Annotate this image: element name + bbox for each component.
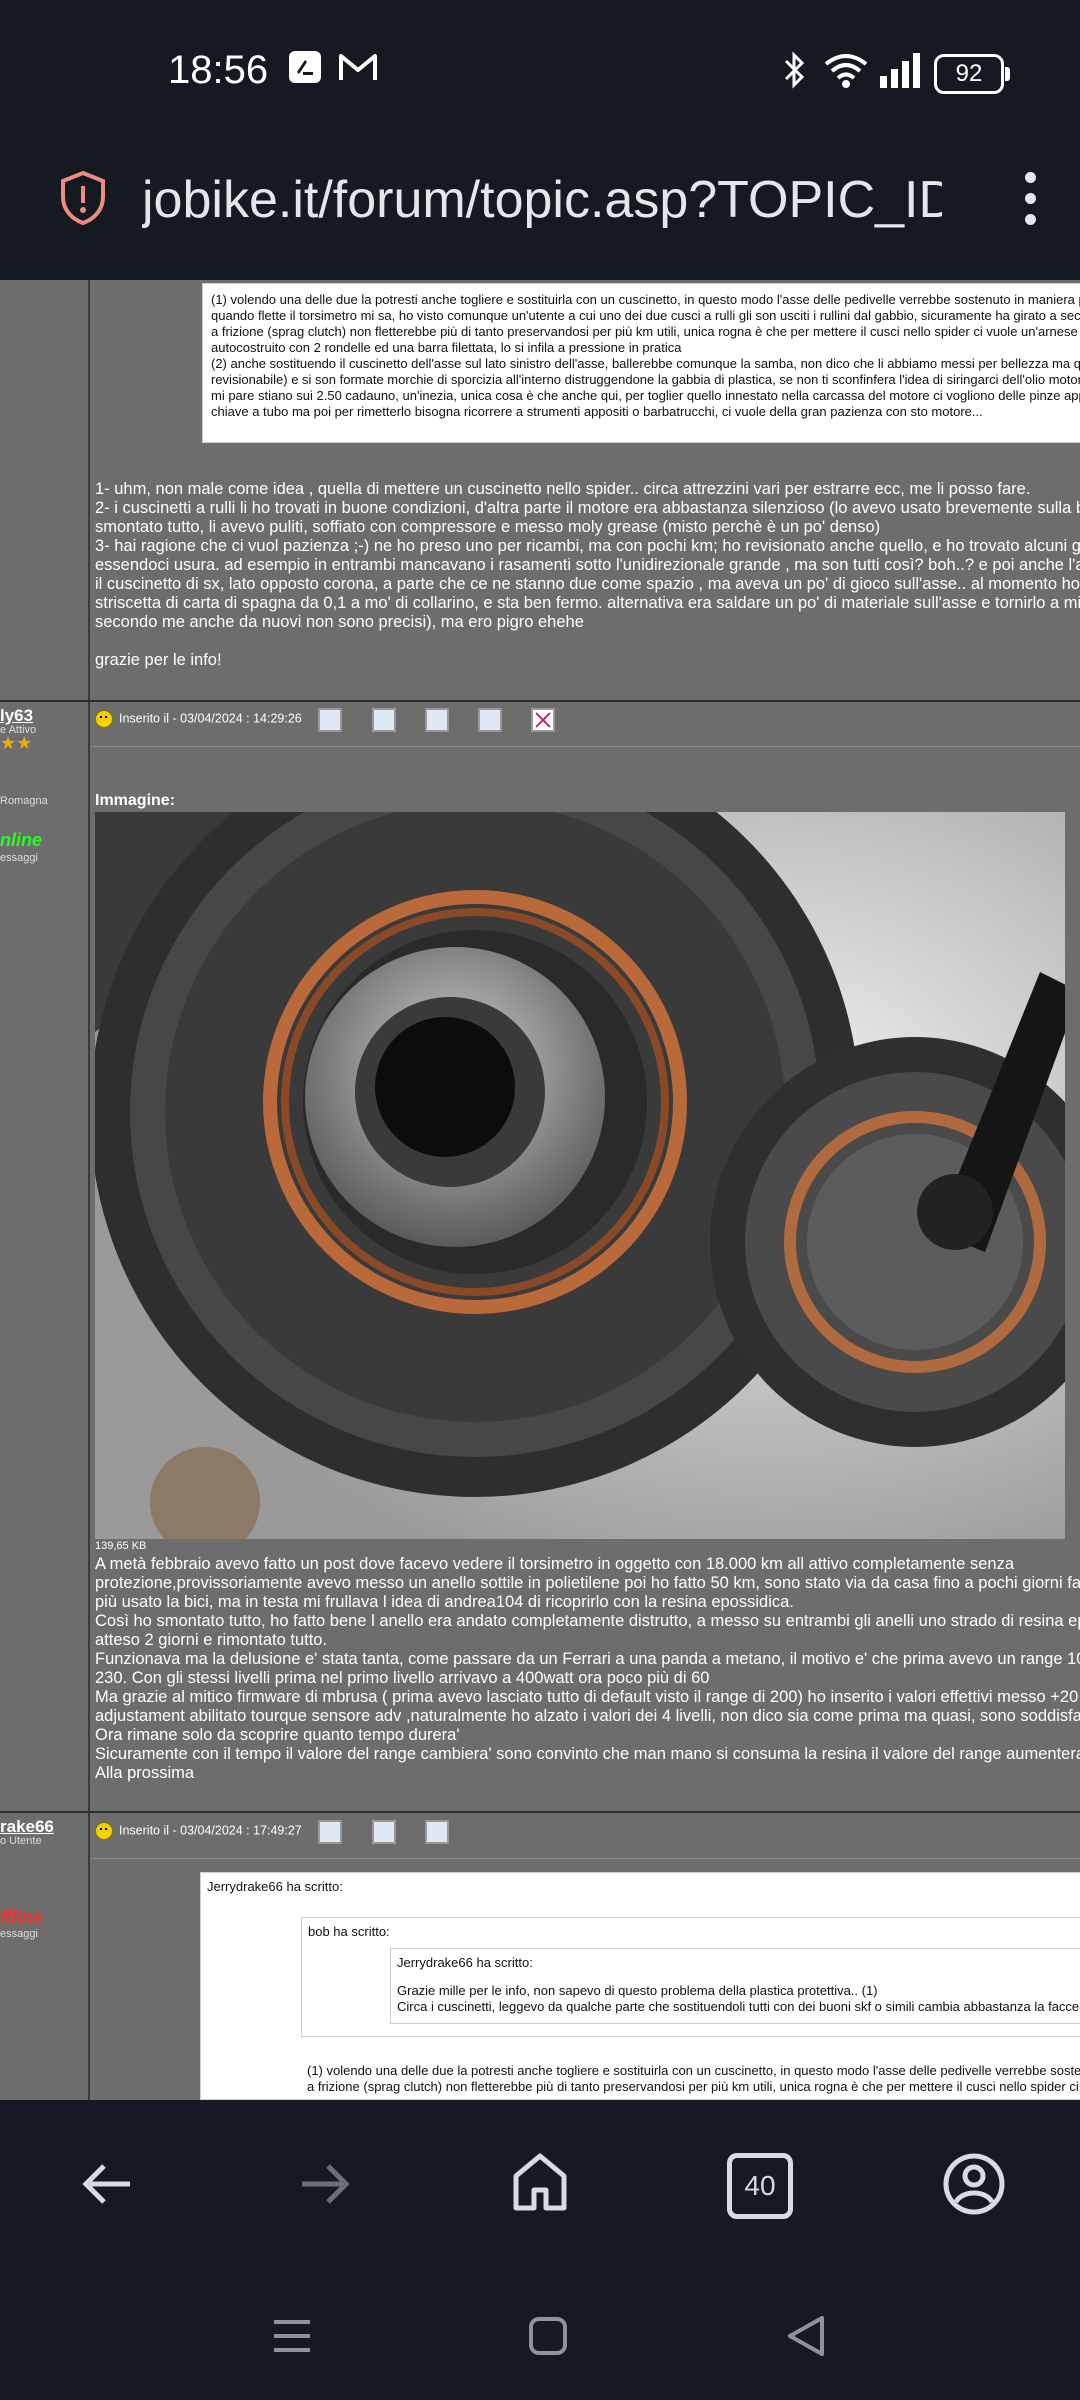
edit-icon[interactable] [425, 1820, 449, 1844]
text-line: 2- i cuscinetti a rulli li ho trovati in… [95, 499, 1080, 517]
text-line: smontato tutto, li avevo puliti, soffiat… [95, 518, 881, 536]
text-line: secondo me anche da nuovi non sono preci… [95, 613, 584, 631]
quote-text: Grazie mille per le info, non sapevo di … [397, 1983, 1080, 2015]
quote-author: bob ha scritto: [308, 1924, 390, 1939]
delete-icon[interactable] [531, 708, 555, 732]
text-line: (2) anche sostituendo il cuscinetto dell… [211, 356, 1080, 371]
home-circle-icon[interactable] [528, 2316, 568, 2361]
text-line: 1- uhm, non male come idea , quella di m… [95, 480, 1031, 498]
tabs-icon[interactable]: 40 [727, 2153, 793, 2219]
forum-page: (1) volendo una delle due la potresti an… [0, 280, 1080, 2100]
meta-divider [90, 746, 1080, 747]
online-status: nline [0, 830, 43, 850]
text-line: Sicuramente con il tempo il valore del r… [95, 1745, 1080, 1763]
text-line: chiave a tubo ma poi per rimetterlo biso… [211, 404, 983, 419]
text-line: a frizione (sprag clutch) non fletterebb… [307, 2079, 1079, 2094]
text-line: Funzionava ma la delusione e' stata tant… [95, 1650, 1080, 1668]
text-line: (1) volendo una delle due la potresti an… [211, 292, 1080, 307]
text-line: revisionabile) e si son formate morchie … [211, 372, 1080, 387]
home-icon[interactable] [512, 2152, 568, 2217]
text-line: mi pare stiano sui 2.50 cadauno, un'inez… [211, 388, 1080, 403]
reply-quote-icon[interactable] [425, 708, 449, 732]
rank-stars-icon: ★★ [0, 733, 33, 753]
status-time: 18:56 [168, 48, 269, 92]
author-name[interactable]: rake66 [0, 1817, 54, 1837]
post-body: 1- uhm, non male come idea , quella di m… [95, 480, 1080, 670]
status-bar: 18:56 92 [0, 0, 1080, 140]
text-line: atteso 2 giorni e rimontato tutto. [95, 1631, 328, 1649]
text-line: a frizione (sprag clutch) non fletterebb… [211, 324, 1080, 339]
smiley-icon [95, 1822, 113, 1840]
author-messages: essaggi [0, 852, 38, 864]
post-divider [0, 1811, 1080, 1813]
quote-text: (1) volendo una delle due la potresti an… [307, 2063, 1080, 2095]
gmail-icon [338, 50, 378, 89]
edit-icon[interactable] [478, 708, 502, 732]
recents-icon[interactable] [272, 2316, 312, 2361]
post-meta: Inserito il - 03/04/2024 : 17:49:27 [95, 1822, 302, 1840]
battery-icon: 92 [934, 54, 1010, 94]
text-line: grazie per le info! [95, 651, 222, 669]
text-line [95, 632, 1080, 651]
text-line: (1) volendo una delle due la potresti an… [307, 2063, 1080, 2078]
text-line: Così ho smontato tutto, ho fatto bene l … [95, 1612, 1080, 1630]
quote-box-inner: Jerrydrake66 ha scritto: Grazie mille pe… [390, 1948, 1080, 2024]
back-icon[interactable] [80, 2156, 136, 2217]
author-rank: o Utente [0, 1835, 42, 1847]
text-line: essendoci usura. ad esempio in entrambi … [95, 556, 1080, 574]
text-line: protezione,provissoriamente avevo messo … [95, 1574, 1080, 1592]
smiley-icon [95, 710, 113, 728]
forward-icon[interactable] [296, 2156, 352, 2217]
quote-author: Jerrydrake66 ha scritto: [207, 1879, 343, 1894]
profile-icon[interactable] [318, 1820, 342, 1844]
post-body: A metà febbraio avevo fatto un post dove… [95, 1555, 1080, 1783]
back-triangle-icon[interactable] [786, 2314, 826, 2363]
message-icon[interactable] [372, 708, 396, 732]
quote-box: (1) volendo una delle due la potresti an… [202, 283, 1080, 443]
message-icon[interactable] [372, 1820, 396, 1844]
bluetooth-icon [780, 50, 810, 95]
author-name[interactable]: ly63 [0, 706, 33, 726]
text-line: Ora rimane solo da scoprire quanto tempo… [95, 1726, 460, 1744]
text-line: Ma grazie al mitico firmware di mbrusa (… [95, 1688, 1080, 1706]
author-messages: essaggi [0, 1928, 38, 1940]
wifi-icon [822, 50, 870, 95]
notification-icon [288, 50, 322, 89]
offline-status: ffline [0, 1907, 43, 1927]
quote-box-outer: Jerrydrake66 ha scritto: bob ha scritto:… [200, 1872, 1080, 2100]
image-label: Immagine: [95, 792, 176, 809]
quote-author: Jerrydrake66 ha scritto: [397, 1955, 533, 1970]
profile-icon[interactable] [318, 708, 342, 732]
post-date: Inserito il - 03/04/2024 : 14:29:26 [119, 711, 302, 726]
account-icon[interactable] [942, 2152, 1006, 2221]
text-line: Circa i cuscinetti, leggevo da qualche p… [397, 1999, 1080, 2014]
post-photo[interactable] [95, 812, 1065, 1539]
menu-icon[interactable] [1020, 172, 1040, 228]
text-line: striscetta di carta di spagna da 0,1 a m… [95, 594, 1080, 612]
post-meta: Inserito il - 03/04/2024 : 14:29:26 [95, 710, 302, 728]
text-line: autocostruito con 2 rondelle ed una barr… [211, 340, 682, 355]
text-line: Grazie mille per le info, non sapevo di … [397, 1983, 878, 1998]
text-line: più usato la bici, ma in testa mi frulla… [95, 1593, 794, 1611]
text-line: adjustament abilitato tourque sensore ad… [95, 1707, 1080, 1725]
text-line: il cuscinetto di sx, lato opposto corona… [95, 575, 1080, 593]
url-text[interactable]: jobike.it/forum/topic.asp?TOPIC_ID [142, 170, 942, 230]
site-info-icon[interactable] [58, 170, 108, 231]
image-size: 139,65 KB [95, 1540, 147, 1552]
post-divider [0, 700, 1080, 702]
post-date: Inserito il - 03/04/2024 : 17:49:27 [119, 1823, 302, 1838]
text-line: 230. Con gli stessi livelli prima nel pr… [95, 1669, 710, 1687]
text-line: A metà febbraio avevo fatto un post dove… [95, 1555, 1015, 1573]
author-location: Romagna [0, 795, 48, 807]
text-line: quando flette il torsimetro mi sa, ho vi… [211, 308, 1080, 323]
column-divider [88, 280, 90, 2100]
quote-box-middle: bob ha scritto: Jerrydrake66 ha scritto:… [301, 1917, 1080, 2037]
signal-icon [878, 50, 924, 95]
text-line: 3- hai ragione che ci vuol pazienza ;-) … [95, 537, 1080, 555]
meta-divider [90, 1858, 1080, 1859]
text-line: Alla prossima [95, 1764, 195, 1782]
